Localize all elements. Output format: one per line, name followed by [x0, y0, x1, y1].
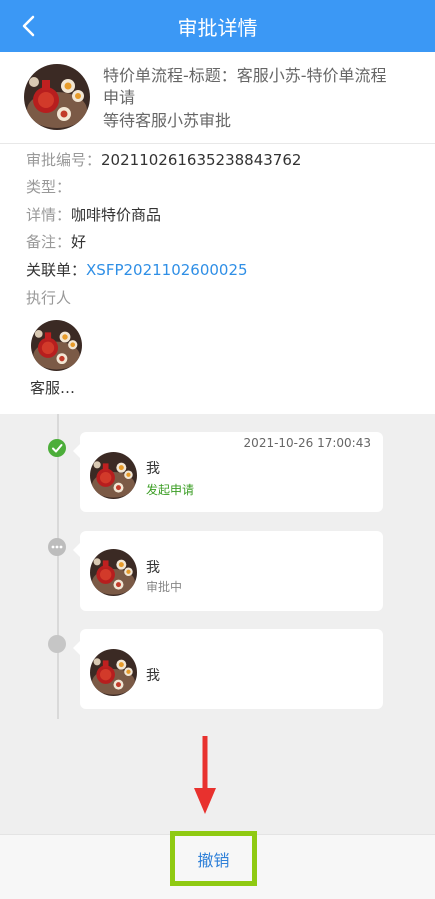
- page-title: 审批详情: [177, 16, 258, 40]
- executor-name: 客服…: [30, 379, 76, 397]
- approval-summary: 特价单流程-标题：客服小苏-特价单流程 申请 等待客服小苏审批: [0, 52, 435, 144]
- status-text: 发起申请: [146, 483, 195, 497]
- summary-title-continued: 申请: [103, 88, 136, 107]
- executor-avatar[interactable]: [31, 320, 82, 371]
- summary-status: 等待客服小苏审批: [103, 111, 232, 130]
- avatar: [90, 649, 137, 696]
- summary-title: 特价单流程-标题：客服小苏-特价单流程: [103, 66, 387, 85]
- avatar: [90, 549, 137, 596]
- timeline-card-reviewing: 我 审批中: [73, 531, 383, 611]
- linked-order-row: 关联单：XSFP2021102600025: [26, 260, 248, 280]
- type-label: 类型：: [26, 178, 72, 196]
- detail-value: 咖啡特价商品: [71, 206, 162, 224]
- timeline-line: [57, 414, 59, 719]
- remark-row: 备注：好: [26, 232, 86, 252]
- remark-value: 好: [71, 233, 87, 251]
- detail-row: 详情：咖啡特价商品: [26, 205, 161, 225]
- cancel-button[interactable]: 撤销: [170, 831, 257, 886]
- actor-name: 我: [146, 461, 160, 477]
- pending-dot-icon: [48, 635, 66, 653]
- linked-order-label: 关联单：: [26, 261, 87, 279]
- linked-order-link[interactable]: XSFP2021102600025: [86, 261, 248, 279]
- actor-name: 我: [146, 560, 160, 576]
- timeline-card-waiting: 我: [73, 629, 383, 709]
- top-bar: 审批详情: [0, 0, 435, 52]
- approval-timeline: 2021-10-26 17:00:43 我 发起申请 我 审批中 我: [0, 414, 435, 834]
- type-row: 类型：: [26, 177, 71, 197]
- timeline-card-submitted: 2021-10-26 17:00:43 我 发起申请: [73, 432, 383, 512]
- annotation-arrow-icon: [194, 736, 216, 814]
- detail-label: 详情：: [26, 206, 72, 224]
- details-panel: 审批编号：20211026163523884376​2 类型： 详情：咖啡特价商…: [0, 144, 435, 414]
- actor-name: 我: [146, 668, 160, 684]
- timestamp: 2021-10-26 17:00:43: [243, 436, 371, 450]
- approval-number-value: 20211026163523884376​2: [101, 151, 302, 169]
- approval-number-row: 审批编号：20211026163523884376​2: [26, 150, 301, 170]
- avatar: [24, 64, 90, 130]
- check-icon: [48, 439, 66, 457]
- more-dots-icon: [48, 538, 66, 556]
- avatar: [90, 452, 137, 499]
- approval-number-label: 审批编号：: [26, 151, 102, 169]
- executor-label: 执行人: [26, 289, 72, 307]
- remark-label: 备注：: [26, 233, 72, 251]
- status-text: 审批中: [146, 580, 183, 594]
